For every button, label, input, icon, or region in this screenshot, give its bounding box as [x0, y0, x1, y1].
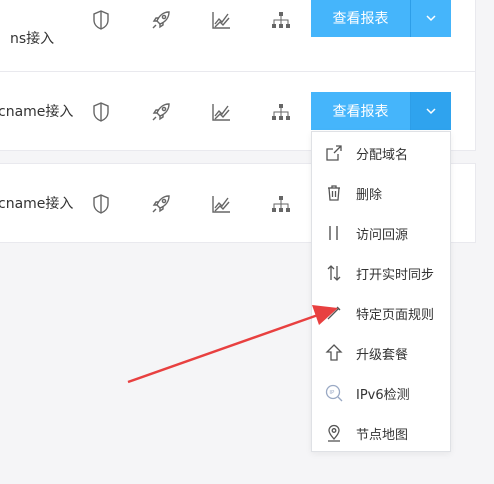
menu-item-realtime-sync[interactable]: 打开实时同步	[312, 253, 450, 293]
access-type-label: cname接入	[0, 104, 74, 120]
sitemap-icon[interactable]	[270, 193, 292, 215]
sync-icon	[324, 263, 344, 283]
shield-icon[interactable]	[90, 193, 112, 215]
menu-item-assign-domain[interactable]: 分配域名	[312, 133, 450, 173]
shield-icon[interactable]	[90, 9, 112, 31]
menu-item-label: 特定页面规则	[356, 307, 435, 323]
more-actions-dropdown: 分配域名 删除 访问回源 打开实时同步 特定页面规则 升级套餐 IP IPv6检…	[311, 131, 451, 452]
rocket-icon[interactable]	[150, 101, 172, 123]
access-type-label: cname接入	[0, 196, 74, 212]
chevron-down-icon	[426, 108, 436, 115]
rocket-icon[interactable]	[150, 9, 172, 31]
menu-item-label: 节点地图	[356, 427, 409, 443]
menu-item-label: IPv6检测	[356, 387, 410, 403]
menu-item-ipv6-check[interactable]: IP IPv6检测	[312, 373, 450, 413]
trash-icon	[324, 183, 344, 203]
origin-icon	[324, 223, 344, 243]
menu-item-page-rules[interactable]: 特定页面规则	[312, 293, 450, 333]
view-report-button[interactable]: 查看报表	[311, 0, 411, 37]
domain-row: ns接入 查看报表	[0, 0, 476, 78]
trend-chart-icon[interactable]	[210, 101, 232, 123]
menu-item-node-map[interactable]: 节点地图	[312, 413, 450, 453]
access-type-label: ns接入	[10, 31, 55, 47]
menu-item-label: 访问回源	[356, 227, 409, 243]
map-pin-icon	[324, 423, 344, 443]
menu-item-upgrade-plan[interactable]: 升级套餐	[312, 333, 450, 373]
menu-item-label: 升级套餐	[356, 347, 409, 363]
rocket-icon[interactable]	[150, 193, 172, 215]
sitemap-icon[interactable]	[270, 101, 292, 123]
menu-item-label: 删除	[356, 187, 383, 203]
menu-item-label: 打开实时同步	[356, 267, 435, 283]
menu-item-label: 分配域名	[356, 147, 409, 163]
pen-icon	[324, 303, 344, 323]
svg-text:IP: IP	[329, 390, 335, 396]
view-report-button[interactable]: 查看报表	[311, 92, 411, 130]
upgrade-arrow-icon	[324, 343, 344, 363]
trend-chart-icon[interactable]	[210, 9, 232, 31]
menu-item-delete[interactable]: 删除	[312, 173, 450, 213]
chevron-down-icon	[426, 15, 436, 22]
shield-icon[interactable]	[90, 101, 112, 123]
menu-item-origin-access[interactable]: 访问回源	[312, 213, 450, 253]
ipv6-search-icon: IP	[324, 383, 344, 403]
more-actions-button[interactable]	[411, 0, 451, 37]
trend-chart-icon[interactable]	[210, 193, 232, 215]
more-actions-button[interactable]	[411, 92, 451, 130]
sitemap-icon[interactable]	[270, 9, 292, 31]
share-icon	[324, 143, 344, 163]
